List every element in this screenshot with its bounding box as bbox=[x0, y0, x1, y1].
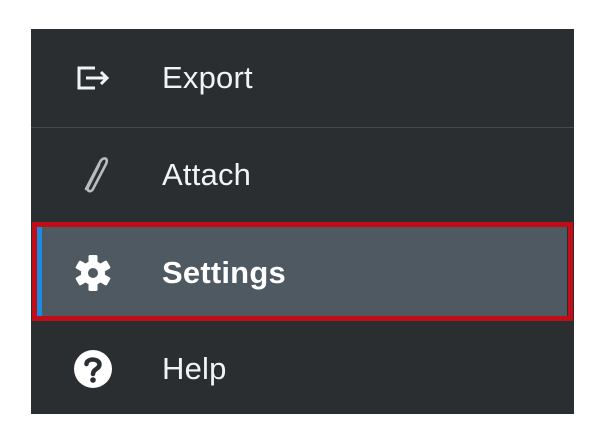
selected-background bbox=[37, 225, 567, 318]
menu-item-label: Settings bbox=[162, 254, 286, 290]
screenshot-frame: Export Attach Settings Help bbox=[0, 0, 590, 428]
export-icon bbox=[71, 56, 115, 100]
gear-icon bbox=[71, 251, 115, 295]
menu-item-export[interactable]: Export bbox=[31, 29, 574, 127]
menu-item-settings[interactable]: Settings bbox=[31, 222, 574, 323]
dropdown-menu: Export Attach Settings Help bbox=[31, 29, 574, 414]
menu-item-label: Export bbox=[162, 60, 253, 95]
menu-item-label: Attach bbox=[162, 156, 252, 192]
menu-item-label: Help bbox=[162, 350, 227, 386]
help-circle-icon bbox=[71, 347, 115, 391]
menu-item-attach[interactable]: Attach bbox=[31, 127, 574, 222]
selected-accent-bar bbox=[37, 225, 42, 318]
menu-item-help[interactable]: Help bbox=[31, 323, 574, 414]
paperclip-icon bbox=[71, 153, 115, 197]
